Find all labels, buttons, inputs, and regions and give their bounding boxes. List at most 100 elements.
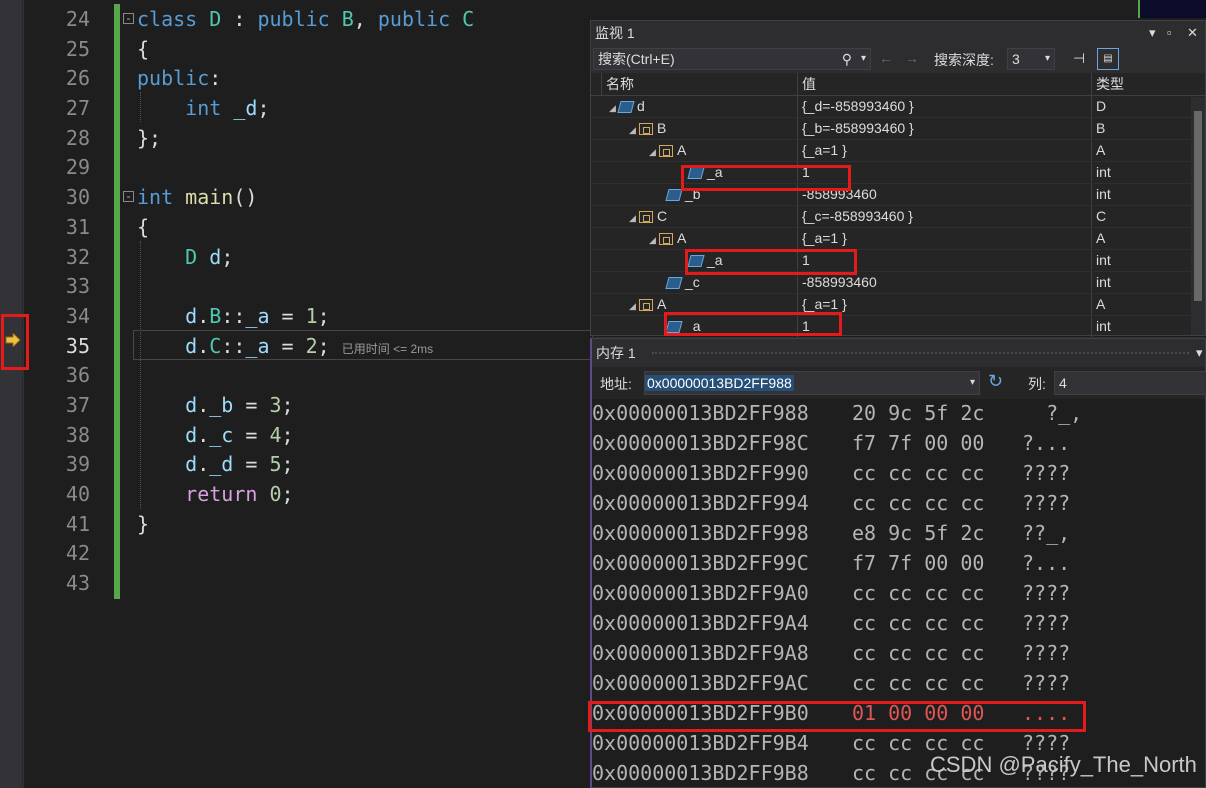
memory-chars: ???? (1022, 611, 1071, 635)
memory-row[interactable]: 0x00000013BD2FF9AC cc cc cc cc???? (592, 668, 1070, 698)
memory-bytes: cc cc cc cc (852, 581, 985, 605)
watch-type: int (1091, 316, 1111, 337)
view-toggle-icon[interactable]: ▤ (1097, 48, 1119, 70)
memory-row[interactable]: 0x00000013BD2FF9A8 cc cc cc cc???? (592, 638, 1070, 668)
base-class-icon (639, 299, 653, 312)
chevron-down-icon[interactable]: ▾ (970, 372, 975, 394)
memory-row[interactable]: 0x00000013BD2FF988 20 9c 5f 2c ?_, (592, 398, 1082, 428)
expand-triangle-icon[interactable]: ◢ (629, 120, 639, 141)
memory-toolbar: 地址: 0x00000013BD2FF988 ▾ ↻ 列: 4 (592, 367, 1206, 399)
watch-row[interactable]: ◢ d {_d=-858993460 } D (591, 96, 1205, 118)
memory-row[interactable]: 0x00000013BD2FF99C f7 7f 00 00?... (592, 548, 1070, 578)
column-header-value[interactable]: 值 (797, 73, 816, 95)
chevron-down-icon[interactable]: ▾ (861, 49, 866, 69)
memory-bytes: cc cc cc cc (852, 641, 985, 665)
line-number: 37 (65, 392, 90, 417)
memory-title: 内存 1 (596, 345, 636, 361)
line-number: 33 (65, 274, 90, 299)
memory-row[interactable]: 0x00000013BD2FF9B4 cc cc cc cc???? (592, 728, 1070, 758)
variable-icon (617, 101, 635, 114)
watch-scrollbar-thumb[interactable] (1194, 111, 1202, 301)
search-depth-select[interactable]: 3 ▾ (1007, 48, 1055, 70)
columns-input[interactable]: 4 (1054, 371, 1206, 395)
code-text-area[interactable]: class D : public B, public C { public: i… (137, 5, 474, 539)
memory-row[interactable]: 0x00000013BD2FF994 cc cc cc cc???? (592, 488, 1070, 518)
refresh-icon[interactable]: ↻ (988, 371, 1003, 392)
code-line: d._c = 4; (185, 422, 294, 447)
memory-row[interactable]: 0x00000013BD2FF990 cc cc cc cc???? (592, 458, 1070, 488)
address-value: 0x00000013BD2FF988 (645, 375, 794, 391)
memory-address: 0x00000013BD2FF9A4 (592, 611, 809, 635)
watch-type: int (1091, 184, 1111, 205)
expand-triangle-icon[interactable]: ◢ (629, 208, 639, 229)
close-icon[interactable]: ✕ (1187, 21, 1198, 45)
memory-bytes: 20 9c 5f 2c (852, 401, 985, 425)
fold-toggle-icon[interactable]: - (123, 190, 134, 202)
line-number: 39 (65, 452, 90, 477)
forward-arrow-icon[interactable]: → (905, 50, 919, 66)
expand-triangle-icon[interactable]: ◢ (649, 142, 659, 163)
memory-row[interactable]: 0x00000013BD2FF9B8 cc cc cc cc???? (592, 758, 1070, 788)
title-drag-grip[interactable] (652, 352, 1189, 356)
perf-tip[interactable]: 已用时间 <= 2ms (342, 342, 433, 356)
expand-triangle-icon[interactable]: ◢ (649, 230, 659, 251)
highlight-box-b-a (681, 165, 851, 191)
column-header-type[interactable]: 类型 (1091, 73, 1124, 95)
window-pin-icon[interactable]: ▫ (1167, 21, 1172, 45)
base-class-icon (639, 123, 653, 136)
memory-row[interactable]: 0x00000013BD2FF9A0 cc cc cc cc???? (592, 578, 1070, 608)
watch-name: C (657, 208, 668, 224)
address-label: 地址: (600, 376, 632, 392)
watch-row[interactable]: _c -858993460 int (591, 272, 1205, 294)
memory-row[interactable]: 0x00000013BD2FF998 e8 9c 5f 2c ??_, (592, 518, 1070, 548)
column-header-name[interactable]: 名称 (601, 73, 634, 95)
memory-row[interactable]: 0x00000013BD2FF98C f7 7f 00 00?... (592, 428, 1070, 458)
line-number: 32 (65, 244, 90, 269)
watch-type: A (1091, 228, 1105, 249)
watch-name: d (637, 98, 645, 114)
chevron-down-icon[interactable]: ▾ (1045, 49, 1050, 69)
watch-value: {_d=-858993460 } (797, 96, 914, 117)
breakpoint-gutter[interactable] (0, 0, 24, 788)
memory-bytes: e8 9c 5f 2c (852, 521, 985, 545)
memory-row[interactable]: 0x00000013BD2FF9A4 cc cc cc cc???? (592, 608, 1070, 638)
line-number: 34 (65, 303, 90, 328)
code-line: } (137, 511, 150, 536)
watch-type: int (1091, 250, 1111, 271)
dropdown-arrow-icon[interactable]: ▾ (1149, 21, 1156, 45)
search-icon[interactable]: ⚲ (842, 49, 852, 69)
memory-title-bar: 内存 1 ▾ (592, 339, 1205, 367)
address-input[interactable]: 0x00000013BD2FF988 ▾ (644, 371, 980, 395)
memory-chars: ??_, (1022, 521, 1071, 545)
code-line: return 0; (185, 482, 294, 506)
watch-type: int (1091, 162, 1111, 183)
memory-chars: ?... (1022, 431, 1071, 455)
back-arrow-icon[interactable]: ← (879, 50, 893, 66)
watch-row[interactable]: _a 1 int (591, 250, 1205, 272)
columns-label: 列: (1028, 376, 1046, 392)
memory-address: 0x00000013BD2FF9B4 (592, 731, 809, 755)
watch-row[interactable]: ◢ C {_c=-858993460 } C (591, 206, 1205, 228)
watch-row[interactable]: ◢ A {_a=1 } A (591, 228, 1205, 250)
memory-bytes: cc cc cc cc (852, 671, 985, 695)
watch-row[interactable]: ◢ B {_b=-858993460 } B (591, 118, 1205, 140)
watch-toolbar: 搜索(Ctrl+E) ⚲ ▾ ← → 搜索深度: 3 ▾ ⊣ ▤ (591, 45, 1205, 73)
dropdown-arrow-icon[interactable]: ▾ (1196, 339, 1203, 367)
memory-chars: ???? (1022, 671, 1071, 695)
watch-type: D (1091, 96, 1106, 117)
memory-bytes: cc cc cc cc (852, 491, 985, 515)
fold-toggle-icon[interactable]: - (123, 12, 134, 24)
memory-address: 0x00000013BD2FF988 (592, 401, 809, 425)
watch-row[interactable]: ◢ A {_a=1 } A (591, 140, 1205, 162)
highlight-box-virtual-a (664, 312, 842, 336)
watch-rows: ◢ d {_d=-858993460 } D ◢ B {_b=-858993460 … (591, 96, 1205, 338)
pin-icon[interactable]: ⊣ (1073, 50, 1085, 67)
watch-value: {_a=1 } (797, 140, 847, 161)
watch-search-input[interactable]: 搜索(Ctrl+E) ⚲ ▾ (593, 48, 871, 70)
line-number: 31 (65, 214, 90, 239)
memory-bytes: f7 7f 00 00 (852, 431, 985, 455)
expand-triangle-icon[interactable]: ◢ (629, 296, 639, 317)
base-class-icon (659, 145, 673, 158)
